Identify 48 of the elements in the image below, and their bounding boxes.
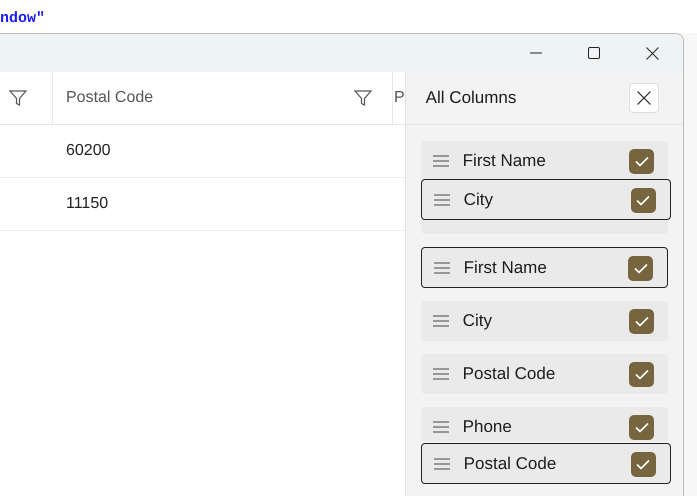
close-icon — [637, 91, 651, 105]
drag-handle-icon[interactable] — [434, 194, 450, 206]
check-icon — [634, 422, 648, 432]
checkbox[interactable] — [629, 148, 654, 174]
maximize-icon — [588, 47, 600, 59]
table-cell-text: 60200 — [66, 141, 110, 161]
column-item[interactable]: Postal Code — [420, 354, 668, 394]
check-icon — [634, 316, 648, 326]
column-item[interactable]: First Name — [420, 247, 668, 288]
column-item[interactable]: Phone — [420, 407, 668, 441]
check-icon — [636, 194, 650, 206]
close-icon — [646, 46, 658, 60]
column-name: Postal Code — [462, 363, 556, 386]
drag-handle-icon[interactable] — [434, 262, 450, 274]
column-header[interactable]: P — [393, 72, 405, 124]
dragged-column-item[interactable]: City — [420, 179, 671, 220]
column-header[interactable]: Postal Code — [53, 72, 393, 124]
table-cell-text: 11150 — [66, 194, 108, 214]
check-icon — [634, 156, 648, 166]
drag-handle-icon[interactable] — [434, 458, 450, 470]
drag-handle-icon[interactable] — [432, 368, 449, 380]
drag-handle-icon[interactable] — [432, 315, 449, 327]
checkbox[interactable] — [629, 414, 654, 440]
checkbox[interactable] — [630, 188, 656, 212]
panel-title: All Columns — [426, 87, 516, 110]
checkbox[interactable] — [629, 308, 654, 334]
column-item[interactable]: First Name — [420, 141, 668, 181]
drag-handle-icon[interactable] — [432, 421, 449, 433]
check-icon — [636, 458, 650, 470]
checkbox[interactable] — [628, 256, 653, 280]
drag-handle-icon[interactable] — [432, 155, 449, 167]
filter-icon[interactable] — [353, 88, 373, 108]
column-name: City — [464, 189, 494, 212]
column-name: Phone — [462, 416, 513, 438]
column-name: First Name — [462, 150, 547, 172]
check-icon — [634, 368, 648, 380]
column-name: First Name — [464, 257, 548, 280]
dragged-column-item[interactable]: Postal Code — [420, 443, 671, 484]
column-name: Postal Code — [464, 453, 558, 476]
close-button[interactable] — [629, 83, 659, 113]
filter-icon[interactable] — [8, 88, 28, 108]
checkbox[interactable] — [629, 362, 654, 386]
column-item[interactable]: City — [420, 301, 668, 341]
checkbox[interactable] — [630, 452, 656, 476]
minimize-icon — [530, 52, 542, 54]
column-name: City — [462, 310, 493, 332]
code-text: ndow" — [0, 9, 46, 29]
check-icon — [634, 262, 648, 274]
